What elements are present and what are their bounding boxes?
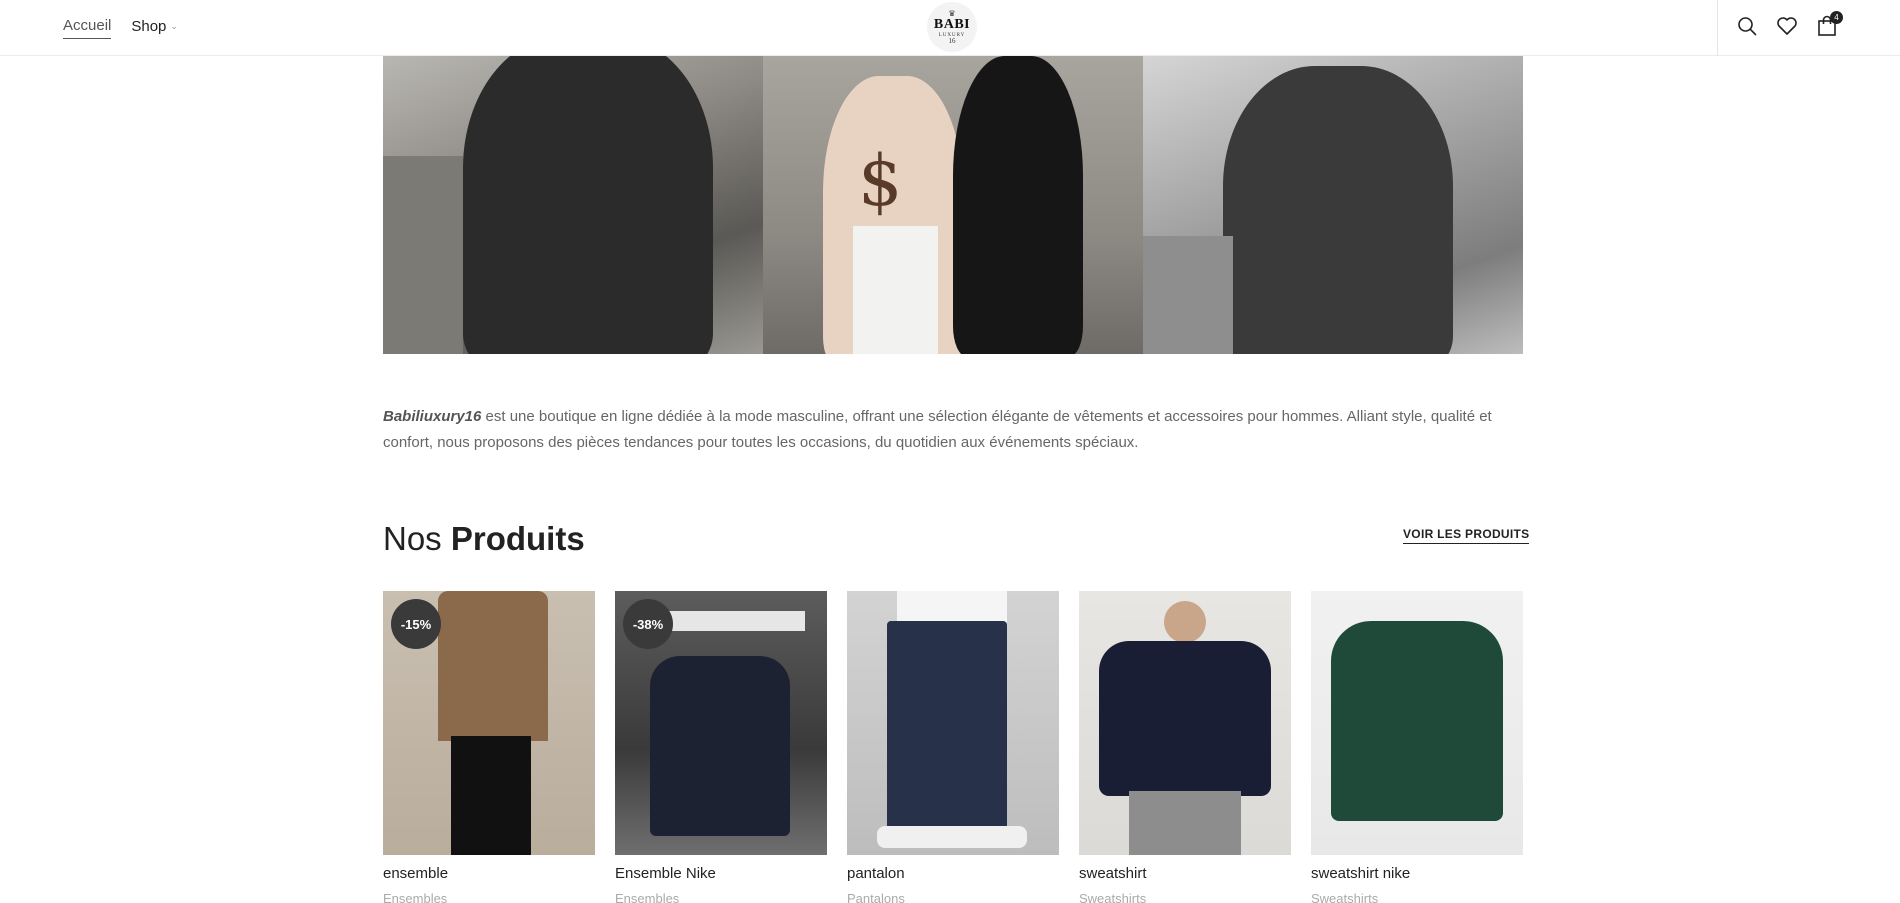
building-shape	[1143, 236, 1233, 354]
main-nav: Accueil Shop ⌄	[63, 17, 178, 39]
product-name[interactable]: sweatshirt nike	[1311, 865, 1523, 882]
product-category[interactable]: Sweatshirts	[1311, 891, 1523, 903]
pants-shape	[451, 736, 531, 855]
section-title: Nos Produits	[383, 520, 585, 558]
jeans-shape	[887, 621, 1007, 836]
gallery-image-2: $	[763, 56, 1143, 354]
figure-black-tee	[953, 56, 1083, 354]
product-category[interactable]: Pantalons	[847, 891, 1059, 903]
jacket-shape	[438, 591, 548, 741]
white-pants-shape	[853, 226, 938, 354]
hero-gallery: $	[383, 56, 1523, 354]
green-sweater-shape	[1331, 621, 1503, 821]
nav-accueil[interactable]: Accueil	[63, 17, 112, 39]
header-divider	[1717, 0, 1718, 56]
discount-badge: -15%	[391, 599, 441, 649]
search-icon	[1738, 17, 1757, 36]
product-category[interactable]: Sweatshirts	[1079, 891, 1291, 903]
header-actions: 4	[1735, 11, 1843, 40]
ss-print-shape: $	[858, 140, 903, 222]
site-header: Accueil Shop ⌄ ♛ BABI LUXURY 16 4	[0, 0, 1900, 56]
cart-button[interactable]: 4	[1815, 11, 1843, 40]
sneakers-shape	[877, 826, 1027, 848]
product-image[interactable]: -15%	[383, 591, 595, 855]
ceiling-light-shape	[665, 611, 805, 631]
search-button[interactable]	[1735, 12, 1759, 40]
gallery-image-3	[1143, 56, 1523, 354]
tracksuit-shape	[650, 656, 790, 836]
product-name[interactable]: Ensemble Nike	[615, 865, 827, 882]
product-name[interactable]: sweatshirt	[1079, 865, 1291, 882]
product-image[interactable]: -38%	[615, 591, 827, 855]
brand-name: Babiliuxury16	[383, 408, 482, 425]
product-category[interactable]: Ensembles	[615, 891, 827, 903]
product-card[interactable]: sweatshirt nike Sweatshirts	[1311, 591, 1523, 903]
product-card[interactable]: sweatshirt Sweatshirts	[1079, 591, 1291, 903]
chevron-down-icon: ⌄	[170, 20, 178, 31]
section-title-bold: Produits	[450, 520, 585, 557]
product-card[interactable]: -38% Ensemble Nike Ensembles	[615, 591, 827, 903]
wishlist-button[interactable]	[1775, 12, 1799, 40]
product-image[interactable]	[1079, 591, 1291, 855]
product-name[interactable]: ensemble	[383, 865, 595, 882]
product-card[interactable]: pantalon Pantalons	[847, 591, 1059, 903]
about-text: Babiliuxury16 est une boutique en ligne …	[383, 404, 1523, 456]
product-name[interactable]: pantalon	[847, 865, 1059, 882]
figure-silhouette	[463, 56, 713, 354]
logo-text-main: BABI	[933, 16, 971, 32]
product-image[interactable]	[847, 591, 1059, 855]
product-grid: -15% ensemble Ensembles -38% Ensemble Ni…	[383, 591, 1523, 903]
cart-count-badge: 4	[1830, 11, 1843, 24]
discount-badge: -38%	[623, 599, 673, 649]
product-image[interactable]	[1311, 591, 1523, 855]
nav-shop[interactable]: Shop ⌄	[131, 17, 178, 39]
site-logo[interactable]: ♛ BABI LUXURY 16	[927, 2, 977, 52]
nav-shop-label: Shop	[131, 17, 167, 35]
pants-shape	[1129, 791, 1241, 855]
product-card[interactable]: -15% ensemble Ensembles	[383, 591, 595, 903]
heart-icon	[1777, 17, 1797, 35]
gallery-image-1	[383, 56, 763, 354]
see-all-products-link[interactable]: VOIR LES PRODUITS	[1403, 527, 1530, 544]
head-shape	[1164, 601, 1206, 643]
logo-text-number: 16	[948, 36, 956, 45]
sweatshirt-shape	[1099, 641, 1271, 796]
product-category[interactable]: Ensembles	[383, 891, 595, 903]
section-title-light: Nos	[383, 520, 451, 557]
figure-hooded	[1223, 66, 1453, 354]
nav-accueil-label: Accueil	[63, 17, 112, 34]
about-description: est une boutique en ligne dédiée à la mo…	[383, 408, 1492, 451]
building-shape	[383, 156, 463, 354]
